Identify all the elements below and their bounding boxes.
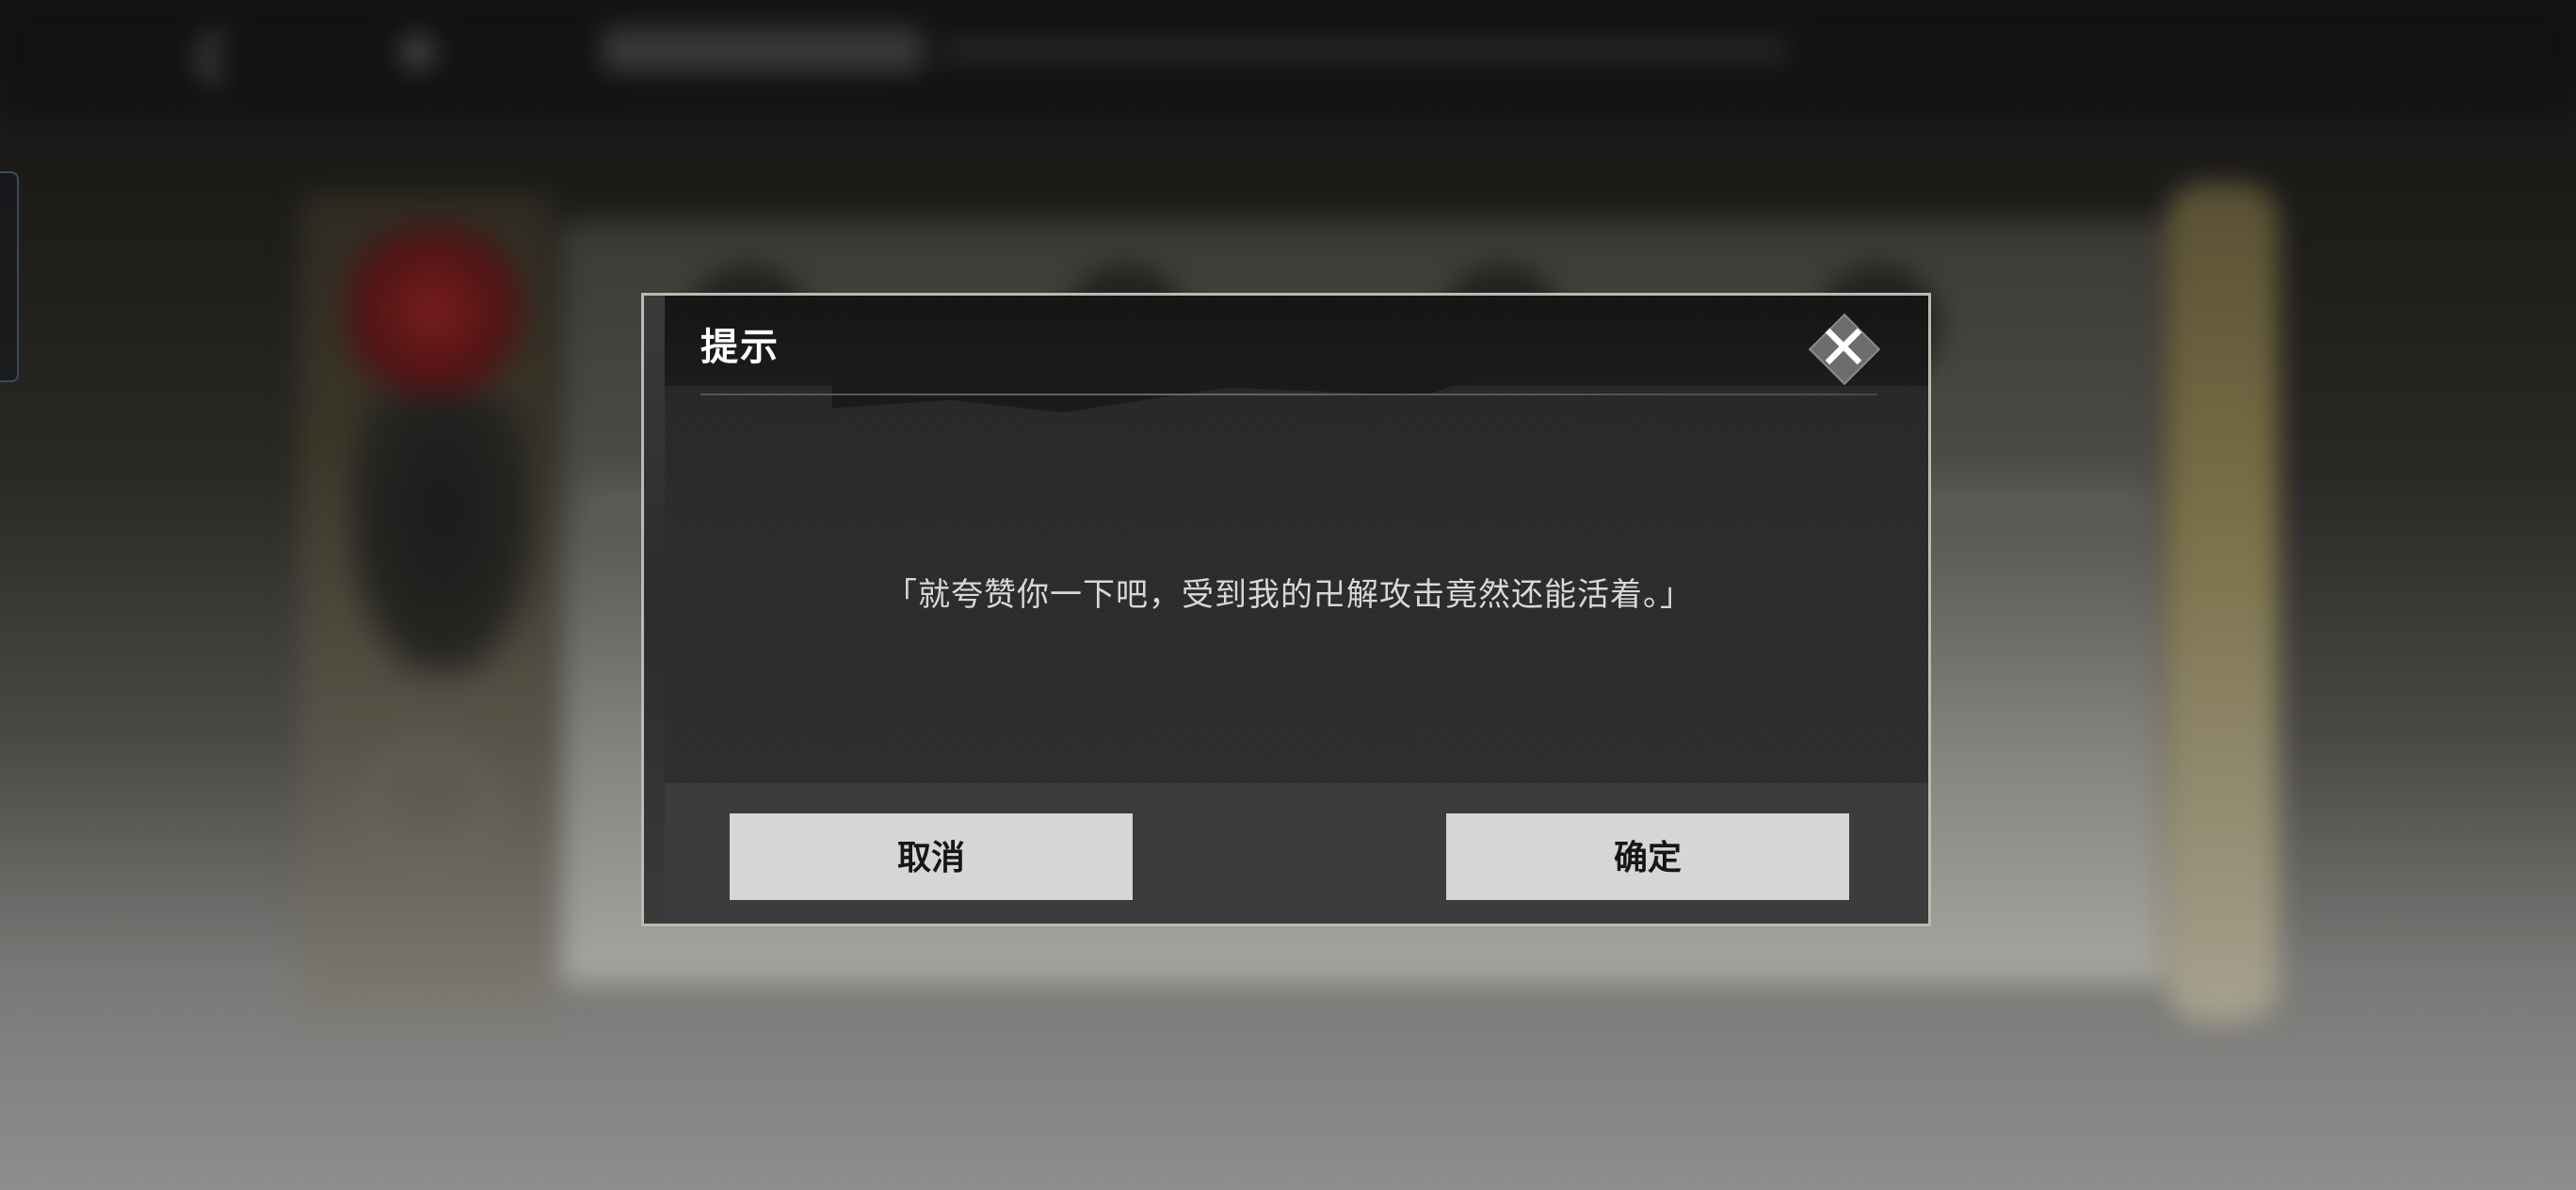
background-character-body — [348, 395, 537, 678]
plus-icon: ✚ — [395, 24, 440, 85]
close-icon: ✕ — [1817, 312, 1870, 384]
background-title — [603, 28, 923, 72]
background-side-panel — [2165, 184, 2278, 1021]
background-top-line — [942, 38, 1789, 62]
dialog-title: 提示 — [700, 325, 780, 369]
dialog-divider — [700, 394, 1877, 395]
background-character-figure — [339, 226, 527, 414]
background-ring-icon — [367, 744, 491, 868]
left-edge-tab[interactable] — [0, 171, 19, 382]
cancel-button[interactable]: 取消 — [730, 813, 1133, 900]
confirm-button[interactable]: 确定 — [1446, 813, 1849, 900]
screen: ❮ ✚ 提示 ✕ 「就夸赞你一下吧，受到我的卍解攻击竟然还能活着。」 取消 确定 — [0, 0, 2576, 1190]
confirm-dialog: 提示 ✕ 「就夸赞你一下吧，受到我的卍解攻击竟然还能活着。」 取消 确定 — [641, 293, 1931, 926]
dialog-left-strip — [644, 296, 665, 924]
close-button[interactable]: ✕ — [1804, 309, 1883, 388]
back-icon: ❮ — [188, 24, 233, 85]
dialog-message: 「就夸赞你一下吧，受到我的卍解攻击竟然还能活着。」 — [885, 576, 1693, 614]
